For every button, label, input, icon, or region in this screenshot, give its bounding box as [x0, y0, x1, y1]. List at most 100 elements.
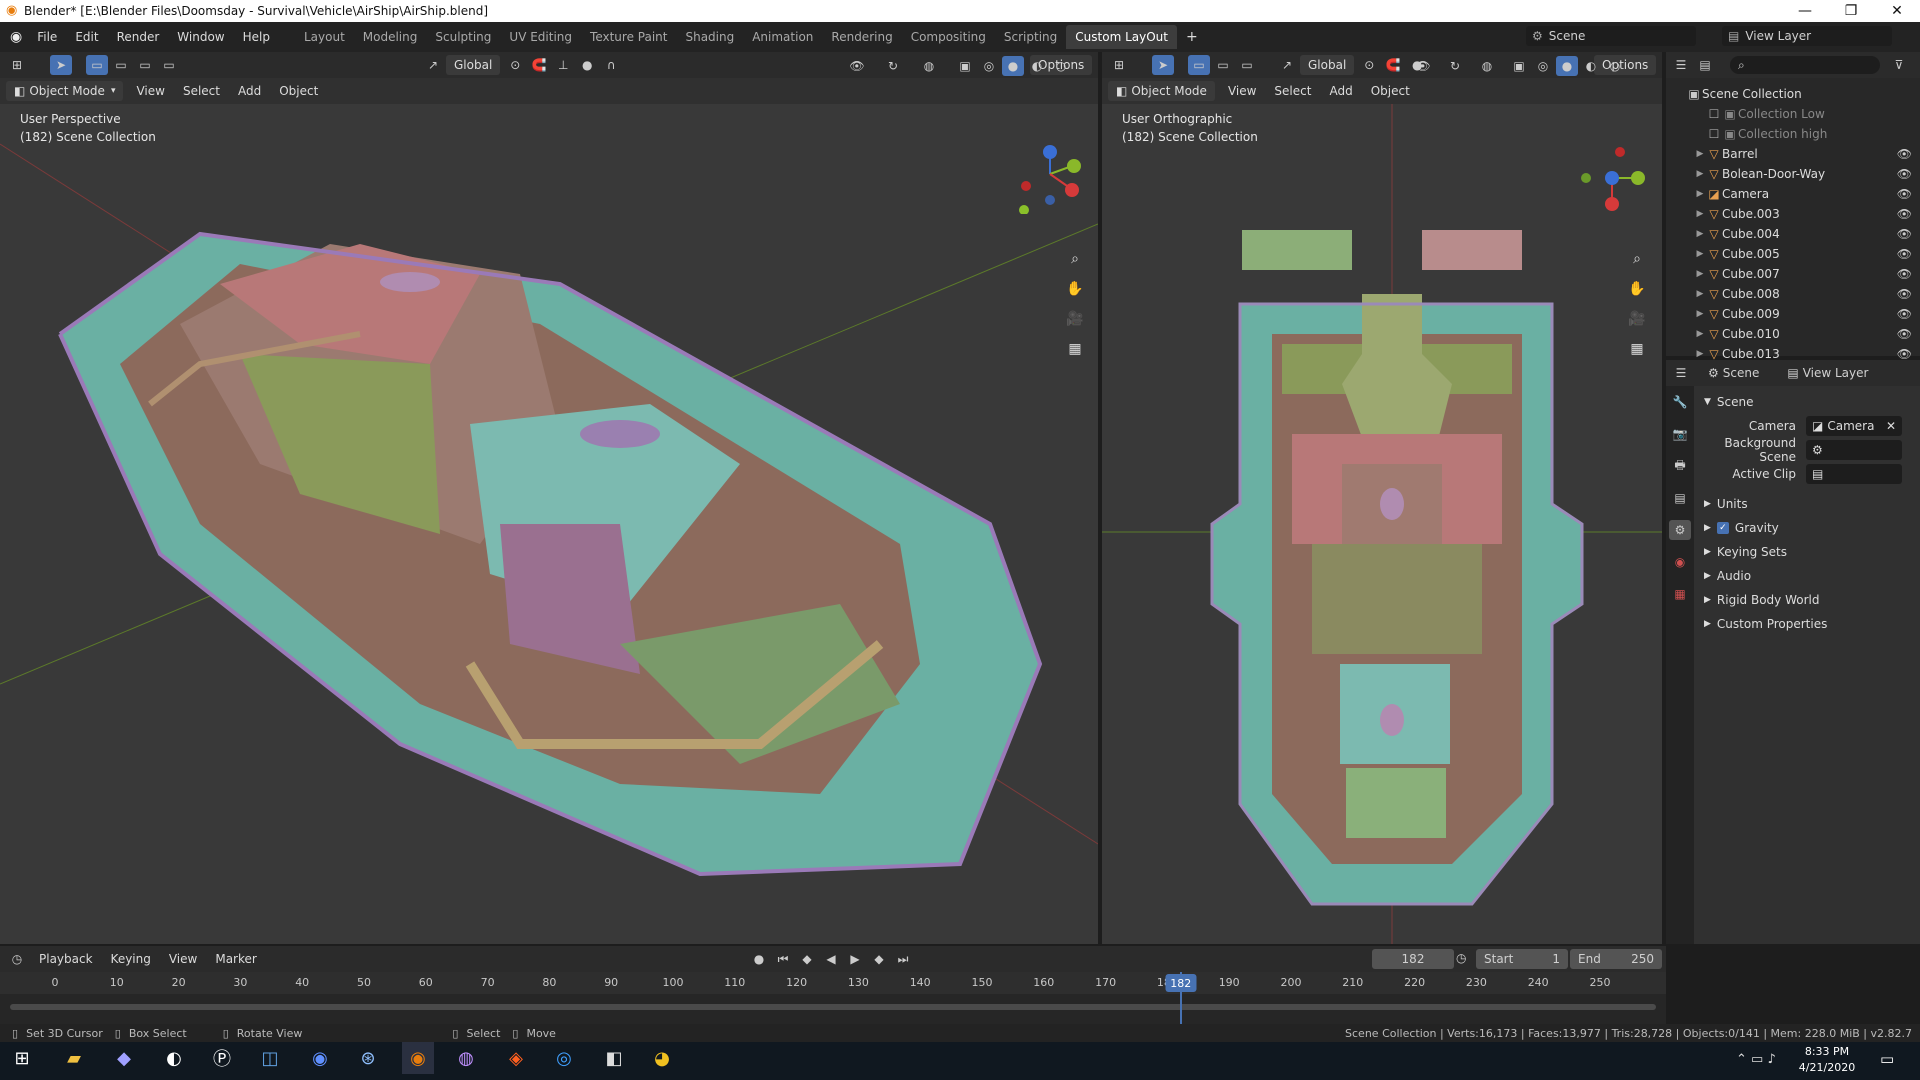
left-menu-select[interactable]: Select	[174, 84, 229, 98]
right-menu-object[interactable]: Object	[1362, 84, 1419, 98]
app-icon-7[interactable]: ◈	[500, 1042, 532, 1074]
checkbox-icon[interactable]: ☐	[1706, 107, 1722, 121]
expand-triangle-icon[interactable]: ▶	[1694, 329, 1706, 339]
taskbar-clock[interactable]: 8:33 PM 4/21/2020	[1792, 1044, 1862, 1076]
scene-section-header[interactable]: ▼ Scene	[1696, 390, 1920, 414]
snap-icon[interactable]: 🧲	[528, 55, 550, 75]
perspective-toggle-icon[interactable]: ▦	[1062, 336, 1088, 362]
right-menu-select[interactable]: Select	[1265, 84, 1320, 98]
outliner-row[interactable]: ▶ ▽ Barrel 👁	[1666, 144, 1920, 164]
end-frame-field[interactable]: End 250	[1570, 949, 1662, 969]
active-clip-field[interactable]: ▤	[1806, 464, 1902, 484]
expand-triangle-icon[interactable]: ▶	[1694, 169, 1706, 179]
material-shading-icon[interactable]: ◐	[1026, 56, 1048, 76]
outliner-row[interactable]: ▶ ▽ Cube.004 👁	[1666, 224, 1920, 244]
falloff-icon[interactable]: ∩	[600, 55, 622, 75]
outliner-row[interactable]: ▶ ▽ Cube.003 👁	[1666, 204, 1920, 224]
camera-view-icon[interactable]: 🎥	[1062, 306, 1088, 332]
outliner-row[interactable]: ▶ ▽ Cube.010 👁	[1666, 324, 1920, 344]
tab-scripting[interactable]: Scripting	[995, 25, 1066, 49]
right-transform-orientation-dropdown[interactable]: Global	[1300, 55, 1355, 75]
expand-triangle-icon[interactable]: ▶	[1694, 229, 1706, 239]
timeline-editor-type-icon[interactable]: ◷	[6, 949, 28, 969]
clear-icon[interactable]: ✕	[1886, 419, 1896, 433]
right-rendered-shading-icon[interactable]: ○	[1604, 56, 1626, 76]
scene-selector[interactable]: ⚙ Scene	[1526, 26, 1696, 46]
blender-taskbar-icon[interactable]: ◉	[402, 1042, 434, 1074]
outliner-row[interactable]: ☐ ▣ Collection Low	[1666, 104, 1920, 124]
right-navigation-gizmo[interactable]	[1572, 144, 1652, 214]
left-menu-view[interactable]: View	[127, 84, 173, 98]
right-overlay-toggle-icon[interactable]: ◍	[1476, 56, 1498, 76]
select-tool-icon[interactable]: ➤	[50, 55, 72, 75]
tab-modeling[interactable]: Modeling	[354, 25, 427, 49]
play-reverse-icon[interactable]: ◀	[820, 949, 842, 969]
left-viewport-canvas[interactable]: User Perspective (182) Scene Collection	[0, 104, 1098, 944]
add-workspace-icon[interactable]: +	[1177, 29, 1207, 45]
view-object-types-icon[interactable]: 👁	[846, 56, 868, 76]
properties-tab-scene[interactable]: Scene	[1723, 366, 1760, 380]
tab-texture-paint[interactable]: Texture Paint	[581, 25, 676, 49]
overlay-toggle-icon[interactable]: ◍	[918, 56, 940, 76]
right-solid-shading-icon[interactable]: ●	[1556, 56, 1578, 76]
proportional-edit-icon[interactable]: ●	[576, 55, 598, 75]
outliner-search-input[interactable]: ⌕	[1730, 56, 1880, 74]
solid-shading-icon[interactable]: ●	[1002, 56, 1024, 76]
outliner-row[interactable]: ▶ ◪ Camera 👁	[1666, 184, 1920, 204]
start-frame-field[interactable]: Start 1	[1476, 949, 1568, 969]
playhead-frame-label[interactable]: 182	[1165, 974, 1197, 992]
right-grid-toggle-icon[interactable]: ▦	[1624, 336, 1650, 362]
current-frame-field[interactable]: 182	[1372, 949, 1454, 969]
camera-field[interactable]: ◪ Camera ✕	[1806, 416, 1902, 436]
right-select-mode-new-icon[interactable]: ▭	[1188, 55, 1210, 75]
visibility-eye-icon[interactable]: 👁	[1897, 167, 1912, 181]
timeline-scrollbar[interactable]	[10, 1004, 1656, 1010]
visibility-eye-icon[interactable]: 👁	[1897, 247, 1912, 261]
visibility-eye-icon[interactable]: 👁	[1897, 187, 1912, 201]
timeline-menu-keying[interactable]: Keying	[102, 952, 160, 966]
outliner-row[interactable]: ☐ ▣ Collection high	[1666, 124, 1920, 144]
right-gizmo-toggle-icon[interactable]: ↻	[1444, 56, 1466, 76]
maximize-button[interactable]: ❐	[1828, 0, 1874, 22]
system-tray-icons[interactable]: ⌃ ▭ ♪	[1736, 1052, 1776, 1067]
preview-range-icon[interactable]: ◷	[1456, 951, 1466, 965]
app-icon-4[interactable]: ◫	[254, 1042, 286, 1074]
next-keyframe-icon[interactable]: ◆	[868, 949, 890, 969]
app-icon-3[interactable]: Ⓟ	[206, 1042, 238, 1074]
steam-icon[interactable]: ⊛	[352, 1042, 384, 1074]
xray-toggle-icon[interactable]: ▣	[954, 56, 976, 76]
expand-triangle-icon[interactable]: ▶	[1694, 209, 1706, 219]
right-camera-view-icon[interactable]: 🎥	[1624, 306, 1650, 332]
windows-start-icon[interactable]: ⊞	[6, 1042, 38, 1074]
play-icon[interactable]: ▶	[844, 949, 866, 969]
tab-animation[interactable]: Animation	[743, 25, 822, 49]
minimize-button[interactable]: —	[1782, 0, 1828, 22]
background-scene-field[interactable]: ⚙	[1806, 440, 1902, 460]
file-explorer-icon[interactable]: ▰	[58, 1042, 90, 1074]
texture-tab-icon[interactable]: ▦	[1669, 584, 1691, 604]
right-pan-hand-icon[interactable]: ✋	[1624, 276, 1650, 302]
prev-keyframe-icon[interactable]: ◆	[796, 949, 818, 969]
tab-custom-layout[interactable]: Custom LayOut	[1066, 25, 1177, 49]
timeline-ruler[interactable]: 0 10 20 30 40 50 60 70 80 90 100 110 120 130 140 150 160…	[0, 972, 1666, 994]
record-icon[interactable]: ●	[748, 949, 770, 969]
render-tab-icon[interactable]: 📷	[1669, 424, 1691, 444]
expand-triangle-icon[interactable]: ▶	[1694, 269, 1706, 279]
visibility-eye-icon[interactable]: 👁	[1897, 307, 1912, 321]
right-zoom-icon[interactable]: ⌕	[1624, 246, 1650, 272]
wireframe-shading-icon[interactable]: ◎	[978, 56, 1000, 76]
rendered-shading-icon[interactable]: ○	[1050, 56, 1072, 76]
app-icon-9[interactable]: ◧	[598, 1042, 630, 1074]
left-menu-add[interactable]: Add	[229, 84, 270, 98]
expand-triangle-icon[interactable]: ▶	[1694, 349, 1706, 359]
properties-tab-view-layer[interactable]: View Layer	[1803, 366, 1869, 380]
select-mode-subtract-icon[interactable]: ▭	[134, 55, 156, 75]
checkbox-icon[interactable]: ☐	[1706, 127, 1722, 141]
outliner-row[interactable]: ▶ ▽ Cube.007 👁	[1666, 264, 1920, 284]
pan-hand-icon[interactable]: ✋	[1062, 276, 1088, 302]
scene-tab-side-icon[interactable]: ⚙	[1669, 520, 1691, 540]
tab-shading[interactable]: Shading	[676, 25, 743, 49]
audio-panel[interactable]: ▶ Audio	[1696, 564, 1920, 588]
menu-render[interactable]: Render	[108, 30, 169, 44]
right-select-mode-subtract-icon[interactable]: ▭	[1236, 55, 1258, 75]
